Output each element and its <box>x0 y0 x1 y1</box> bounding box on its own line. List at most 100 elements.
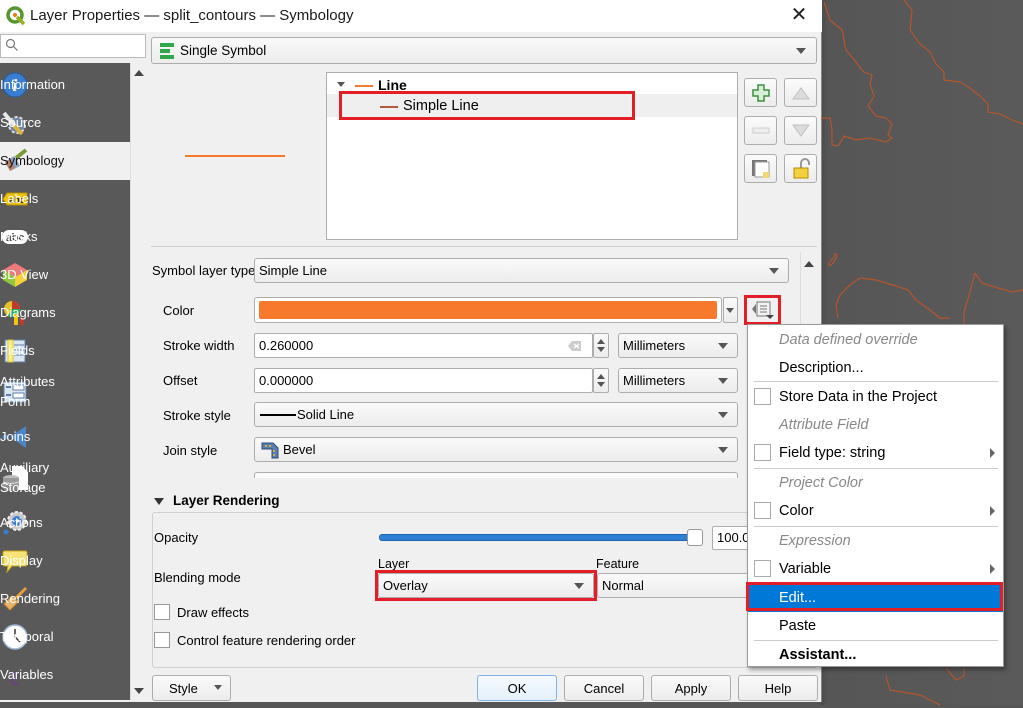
duplicate-icon <box>751 159 769 178</box>
data-defined-override-button[interactable] <box>744 295 781 325</box>
sidebar-item-rendering[interactable]: Rendering <box>0 580 130 618</box>
menu-item-store-data-in-project[interactable]: Store Data in the Project <box>748 383 1003 411</box>
sidebar-item-display[interactable]: Display <box>0 542 130 580</box>
sidebar-item-label: Display <box>0 553 43 568</box>
chevron-down-icon <box>718 412 728 418</box>
control-rendering-order-label: Control feature rendering order <box>177 633 356 648</box>
offset-input[interactable]: 0.000000 <box>254 368 593 393</box>
renderer-type-dropdown[interactable]: Single Symbol <box>151 37 817 64</box>
highlight-box-overlay <box>375 570 597 601</box>
color-picker-button[interactable] <box>254 297 722 323</box>
sidebar-item-source[interactable]: Source <box>0 104 130 142</box>
collapse-caret-icon[interactable] <box>154 498 164 505</box>
chevron-down-icon <box>718 447 728 453</box>
tree-collapse-caret-icon[interactable] <box>337 82 345 87</box>
stroke-width-unit-dropdown[interactable]: Millimeters <box>618 333 738 358</box>
submenu-arrow-icon <box>990 564 995 574</box>
feature-blending-value: Normal <box>602 578 644 593</box>
cancel-button[interactable]: Cancel <box>564 675 644 701</box>
duplicate-symbol-layer-button[interactable] <box>744 154 777 183</box>
layer-properties-dialog: Layer Properties — split_contours — Symb… <box>0 0 822 702</box>
menu-item-color[interactable]: Color <box>748 497 1003 525</box>
menu-header-expression: Expression <box>779 533 851 549</box>
remove-symbol-layer-button[interactable] <box>744 116 777 145</box>
spin-up-icon[interactable] <box>597 339 605 344</box>
ok-button[interactable]: OK <box>477 675 557 701</box>
line-symbol-icon <box>355 85 373 87</box>
renderer-type-value: Single Symbol <box>180 43 267 58</box>
menu-checkbox[interactable] <box>754 502 771 519</box>
sidebar-item-label: Attributes <box>0 374 55 389</box>
sidebar-item-attributes-form[interactable]: Attributes Form <box>0 370 130 414</box>
sidebar-item-3d-view[interactable]: 3D View <box>0 256 130 294</box>
symbol-preview-line <box>185 155 285 157</box>
symbol-layer-type-dropdown[interactable]: Simple Line <box>254 258 789 283</box>
join-style-dropdown[interactable]: Bevel <box>254 437 738 462</box>
offset-unit-value: Millimeters <box>623 373 686 388</box>
spin-up-icon[interactable] <box>597 374 605 379</box>
lock-color-button[interactable] <box>784 154 817 183</box>
minus-icon <box>752 127 769 133</box>
help-button-label: Help <box>764 680 792 696</box>
submenu-arrow-icon <box>990 506 995 516</box>
help-button[interactable]: Help <box>738 675 818 701</box>
sidebar-item-fields[interactable]: Fields <box>0 332 130 370</box>
sidebar-item-diagrams[interactable]: Diagrams <box>0 294 130 332</box>
sidebar-item-masks[interactable]: abc Masks <box>0 218 130 256</box>
feature-blending-dropdown[interactable]: Normal <box>597 573 749 598</box>
opacity-value: 100.0 <box>717 530 750 545</box>
sidebar-scrollbar[interactable] <box>130 63 146 700</box>
chevron-down-icon <box>718 343 728 349</box>
style-menu-button[interactable]: Style <box>152 675 231 701</box>
layer-rendering-header[interactable]: Layer Rendering <box>173 493 280 508</box>
scroll-down-arrow-icon[interactable] <box>134 688 144 694</box>
data-defined-override-menu: Data defined override Description... Sto… <box>747 324 1004 667</box>
menu-item-field-type-string[interactable]: Field type: string <box>748 439 1003 467</box>
color-dropdown-button[interactable] <box>723 297 738 323</box>
qgis-logo-icon <box>6 6 26 26</box>
sidebar-item-actions[interactable]: Actions <box>0 504 130 542</box>
control-rendering-order-checkbox[interactable] <box>154 632 170 648</box>
arrow-down-icon <box>791 124 810 137</box>
sidebar-item-information[interactable]: i Information <box>0 66 130 104</box>
sidebar-search-input[interactable] <box>0 34 146 58</box>
opacity-slider-handle[interactable] <box>687 529 703 546</box>
stroke-width-input[interactable]: 0.260000 <box>254 333 593 358</box>
close-button[interactable]: ✕ <box>786 4 812 28</box>
spin-down-icon[interactable] <box>597 382 605 387</box>
stroke-style-dropdown[interactable]: Solid Line <box>254 402 738 427</box>
window-title: Layer Properties — split_contours — Symb… <box>30 7 354 24</box>
sidebar-item-auxiliary-storage[interactable]: Auxiliary Storage <box>0 456 130 500</box>
sidebar-item-temporal[interactable]: Temporal <box>0 618 130 656</box>
menu-checkbox[interactable] <box>754 444 771 461</box>
spin-down-icon[interactable] <box>597 347 605 352</box>
menu-item-assistant[interactable]: Assistant... <box>748 641 1003 669</box>
sidebar-item-joins[interactable]: Joins <box>0 418 130 456</box>
menu-checkbox[interactable] <box>754 388 771 405</box>
sidebar-item-symbology[interactable]: Symbology <box>0 142 130 180</box>
move-down-button[interactable] <box>784 116 817 145</box>
sidebar-item-label: Storage <box>0 480 46 495</box>
splitter-handle[interactable] <box>151 246 817 248</box>
sidebar-item-label: Source <box>0 115 42 130</box>
apply-button[interactable]: Apply <box>651 675 731 701</box>
stroke-width-spinner[interactable] <box>593 333 609 358</box>
opacity-slider-track[interactable] <box>379 534 699 541</box>
sidebar-item-label: Information <box>0 77 66 92</box>
sidebar-item-labels[interactable]: abc Labels <box>0 180 130 218</box>
menu-item-description[interactable]: Description... <box>748 354 1003 382</box>
menu-item-variable[interactable]: Variable <box>748 555 1003 583</box>
plus-icon <box>751 83 770 102</box>
offset-unit-dropdown[interactable]: Millimeters <box>618 368 738 393</box>
move-up-button[interactable] <box>784 78 817 107</box>
menu-item-paste[interactable]: Paste <box>748 612 1003 640</box>
sidebar-item-label: Auxiliary <box>0 460 50 475</box>
sidebar-item-variables[interactable]: ε Variables <box>0 656 130 694</box>
scroll-up-arrow-icon[interactable] <box>804 261 814 267</box>
clear-icon[interactable] <box>568 340 582 352</box>
offset-spinner[interactable] <box>593 368 609 393</box>
add-symbol-layer-button[interactable] <box>744 78 777 107</box>
draw-effects-checkbox[interactable] <box>154 604 170 620</box>
menu-checkbox[interactable] <box>754 560 771 577</box>
scroll-up-arrow-icon[interactable] <box>134 70 144 76</box>
